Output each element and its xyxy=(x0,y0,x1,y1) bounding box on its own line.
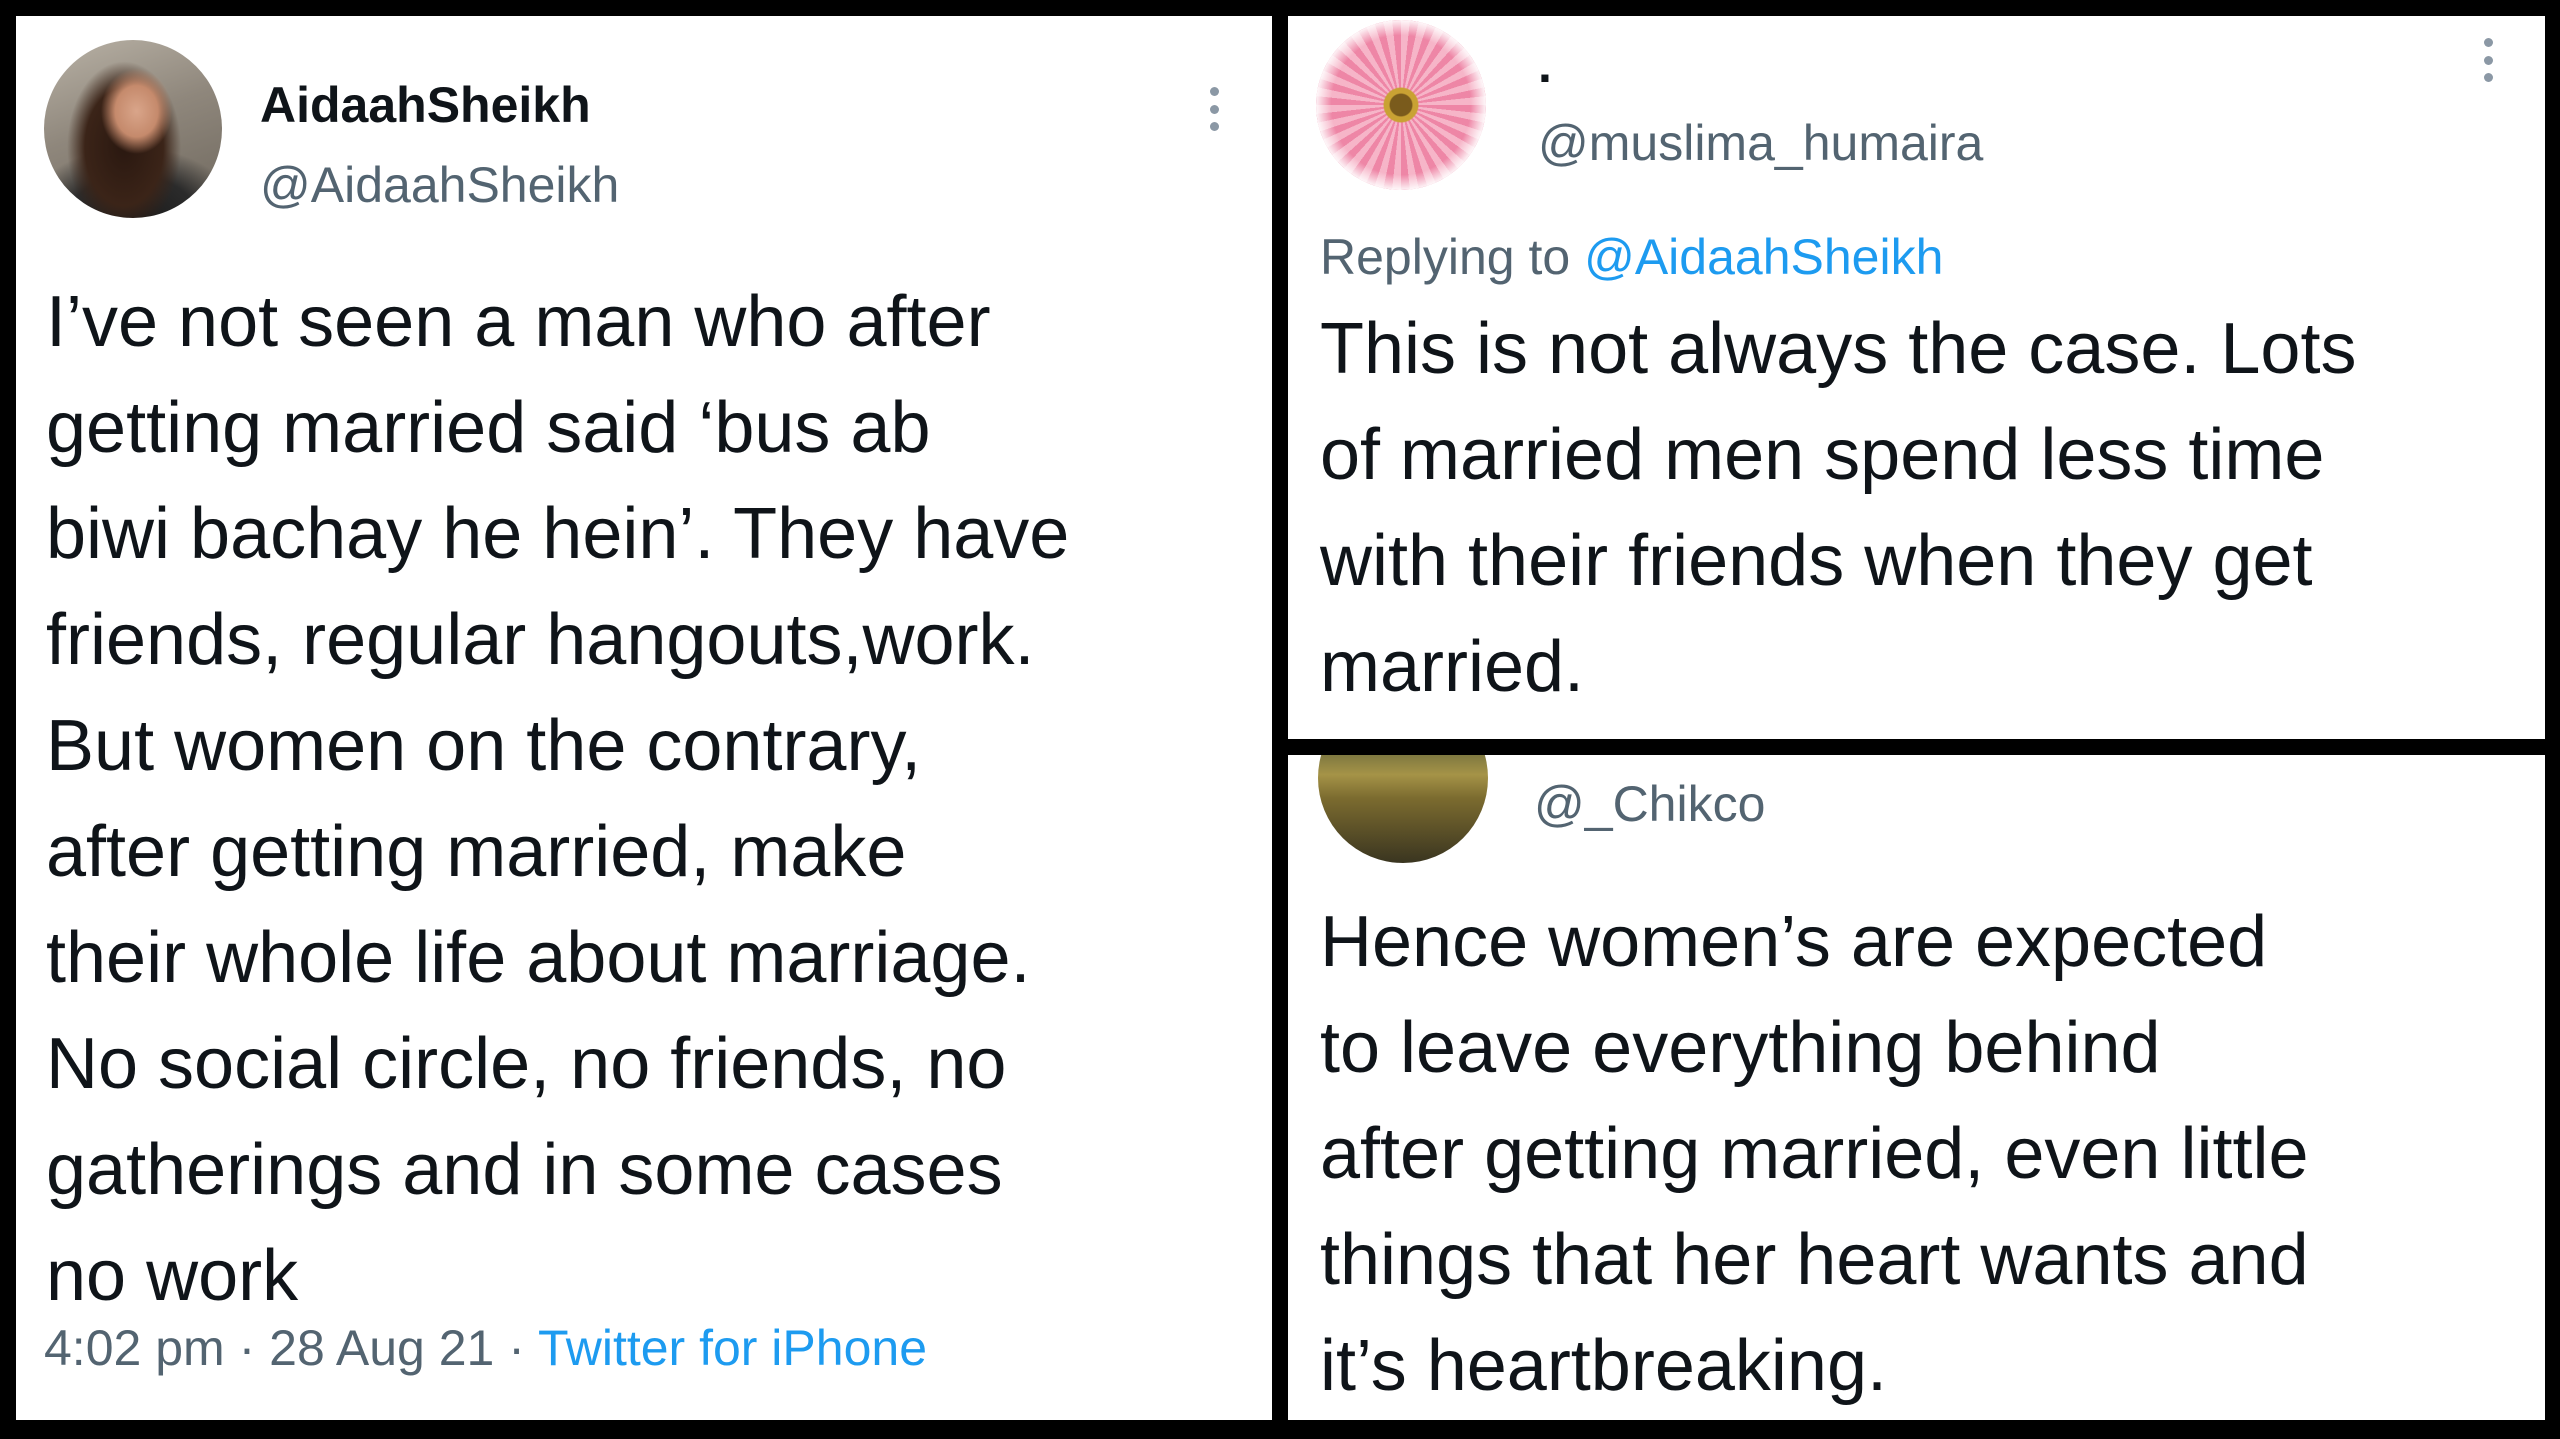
aidaah-avatar[interactable] xyxy=(44,40,222,218)
field-avatar[interactable] xyxy=(1318,755,1488,863)
handle[interactable]: @muslima_humaira xyxy=(1538,114,1983,172)
replying-to-handle-link[interactable]: @AidaahSheikh xyxy=(1584,229,1943,285)
display-name[interactable]: AidaahSheikh xyxy=(260,76,591,134)
replying-prefix: Replying to xyxy=(1320,229,1571,285)
tweet-date[interactable]: 28 Aug 21 xyxy=(269,1320,494,1376)
more-vertical-icon[interactable] xyxy=(2481,38,2495,82)
tweet-source-link[interactable]: Twitter for iPhone xyxy=(538,1320,927,1376)
handle[interactable]: @_Chikco xyxy=(1534,775,1765,833)
display-name[interactable]: . xyxy=(1538,36,1552,94)
reply-text: This is not always the case. Lots of mar… xyxy=(1320,309,2357,707)
replying-to-line: Replying to @AidaahSheikh xyxy=(1320,228,1943,286)
meta-separator: · xyxy=(508,1320,525,1376)
tweet-text: I’ve not seen a man who after getting ma… xyxy=(46,282,1070,1316)
meta-separator: · xyxy=(238,1320,256,1376)
reply-card-chikco: @_Chikco Hence women’s are expected to l… xyxy=(1288,755,2545,1420)
handle[interactable]: @AidaahSheikh xyxy=(260,156,619,214)
tweet-time[interactable]: 4:02 pm xyxy=(44,1320,225,1376)
flower-avatar[interactable] xyxy=(1316,20,1486,190)
tweet-meta: 4:02 pm · 28 Aug 21 · Twitter for iPhone xyxy=(44,1319,927,1377)
reply-text: Hence women’s are expected to leave ever… xyxy=(1320,902,2309,1406)
more-vertical-icon[interactable] xyxy=(1207,87,1221,131)
reply-card-muslima: . @muslima_humaira Replying to @AidaahSh… xyxy=(1288,16,2545,739)
original-tweet-card: AidaahSheikh @AidaahSheikh I’ve not seen… xyxy=(16,16,1272,1420)
